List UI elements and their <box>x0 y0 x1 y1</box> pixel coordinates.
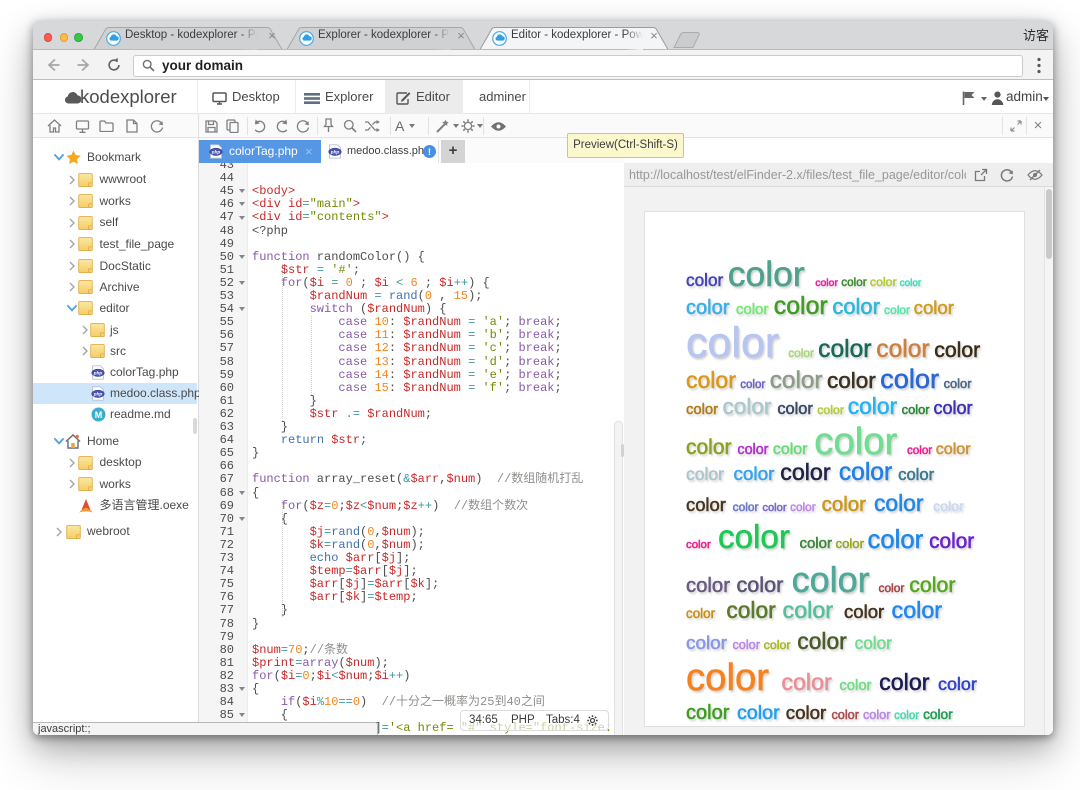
svg-text:M: M <box>95 410 103 420</box>
svg-text:php: php <box>211 149 221 154</box>
svg-text:php: php <box>93 391 103 396</box>
svg-text:!: ! <box>428 147 431 158</box>
svg-text:php: php <box>93 370 103 375</box>
svg-text:php: php <box>330 149 340 154</box>
